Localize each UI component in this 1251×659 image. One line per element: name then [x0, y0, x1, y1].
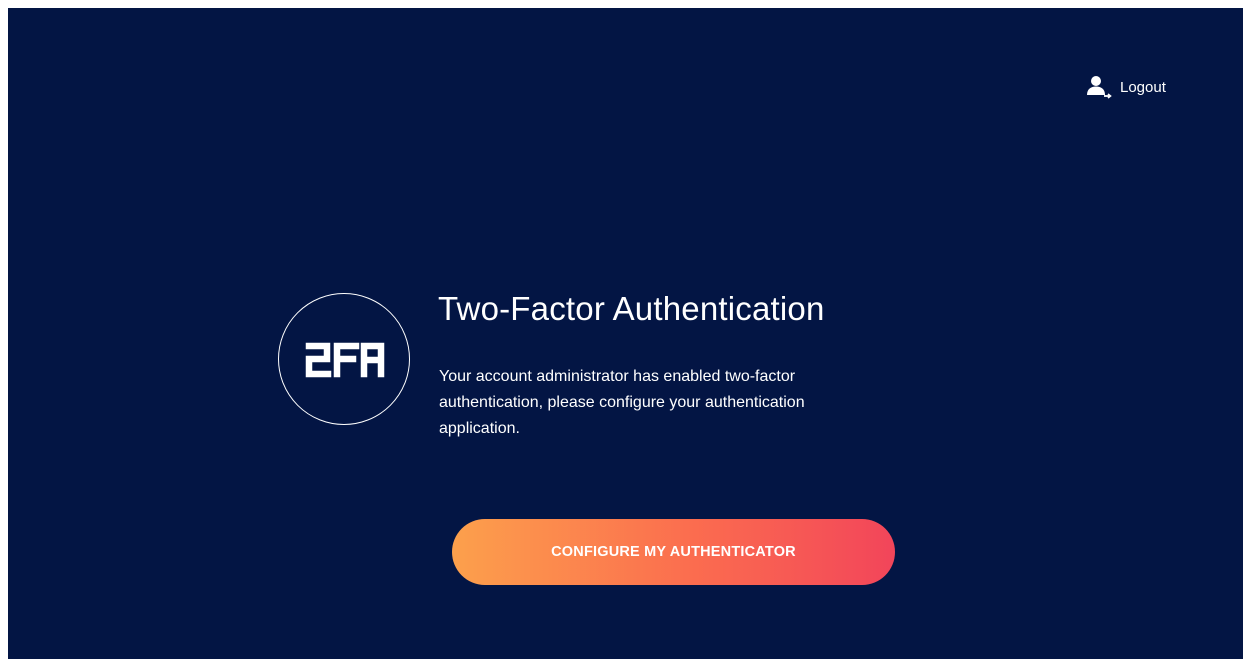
page-title: Two-Factor Authentication [438, 290, 825, 327]
logout-link[interactable]: Logout [1086, 74, 1166, 100]
configure-authenticator-button[interactable]: CONFIGURE MY AUTHENTICATOR [452, 519, 895, 585]
2fa-glyphs [305, 342, 385, 378]
two-factor-page: Logout Two-Factor Authentication Your ac… [8, 8, 1243, 659]
2fa-badge-icon [278, 293, 410, 425]
description-text: Your account administrator has enabled t… [439, 368, 805, 437]
logout-label: Logout [1120, 78, 1166, 96]
user-logout-icon [1087, 76, 1112, 99]
